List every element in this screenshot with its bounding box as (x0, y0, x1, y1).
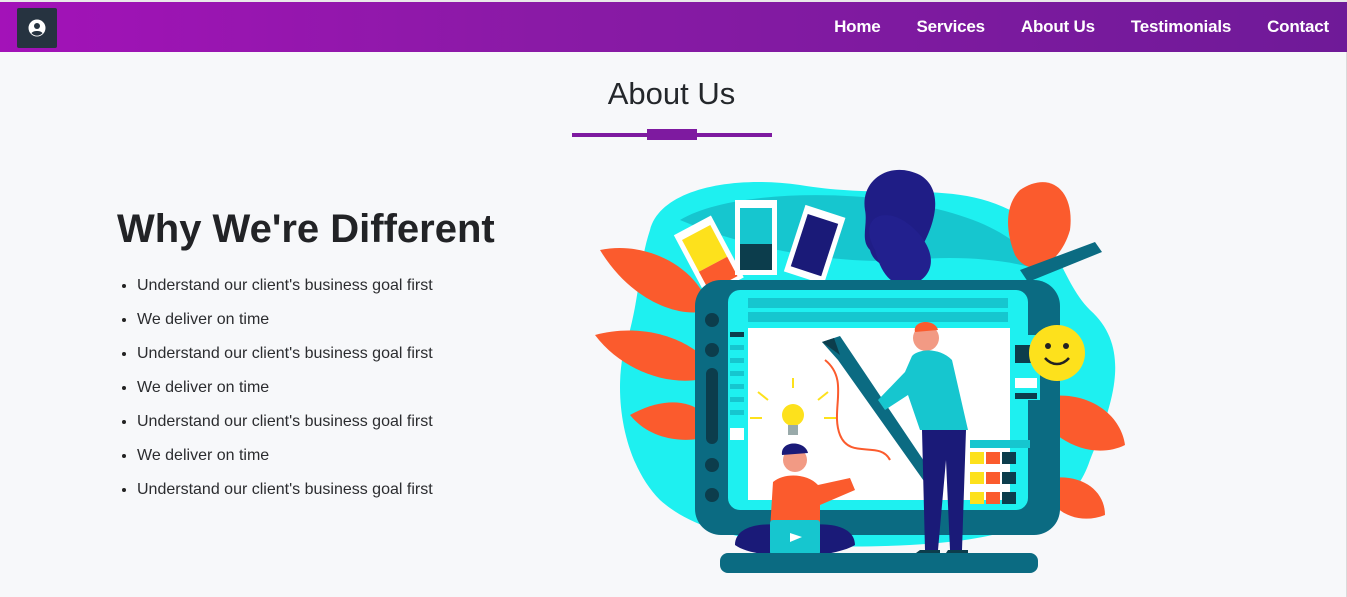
main-nav: Home Services About Us Testimonials Cont… (798, 2, 1329, 52)
features-list: Understand our client's business goal fi… (137, 276, 433, 514)
list-item: Understand our client's business goal fi… (137, 480, 433, 514)
list-item: Understand our client's business goal fi… (137, 412, 433, 446)
list-item: We deliver on time (137, 310, 433, 344)
title-underline-accent (647, 129, 697, 140)
designer-team-illustration (595, 169, 1125, 573)
section-title: About Us (607, 76, 736, 111)
account-button[interactable] (17, 8, 57, 48)
nav-home[interactable]: Home (834, 17, 881, 37)
list-item: We deliver on time (137, 446, 433, 480)
list-item: Understand our client's business goal fi… (137, 344, 433, 378)
nav-contact[interactable]: Contact (1267, 17, 1329, 37)
list-item: Understand our client's business goal fi… (137, 276, 433, 310)
user-circle-icon (28, 19, 46, 37)
nav-services[interactable]: Services (917, 17, 986, 37)
list-item: We deliver on time (137, 378, 433, 412)
nav-about-us[interactable]: About Us (1021, 17, 1095, 37)
nav-testimonials[interactable]: Testimonials (1131, 17, 1231, 37)
top-navbar: Home Services About Us Testimonials Cont… (0, 0, 1347, 52)
why-different-heading: Why We're Different (117, 207, 495, 251)
